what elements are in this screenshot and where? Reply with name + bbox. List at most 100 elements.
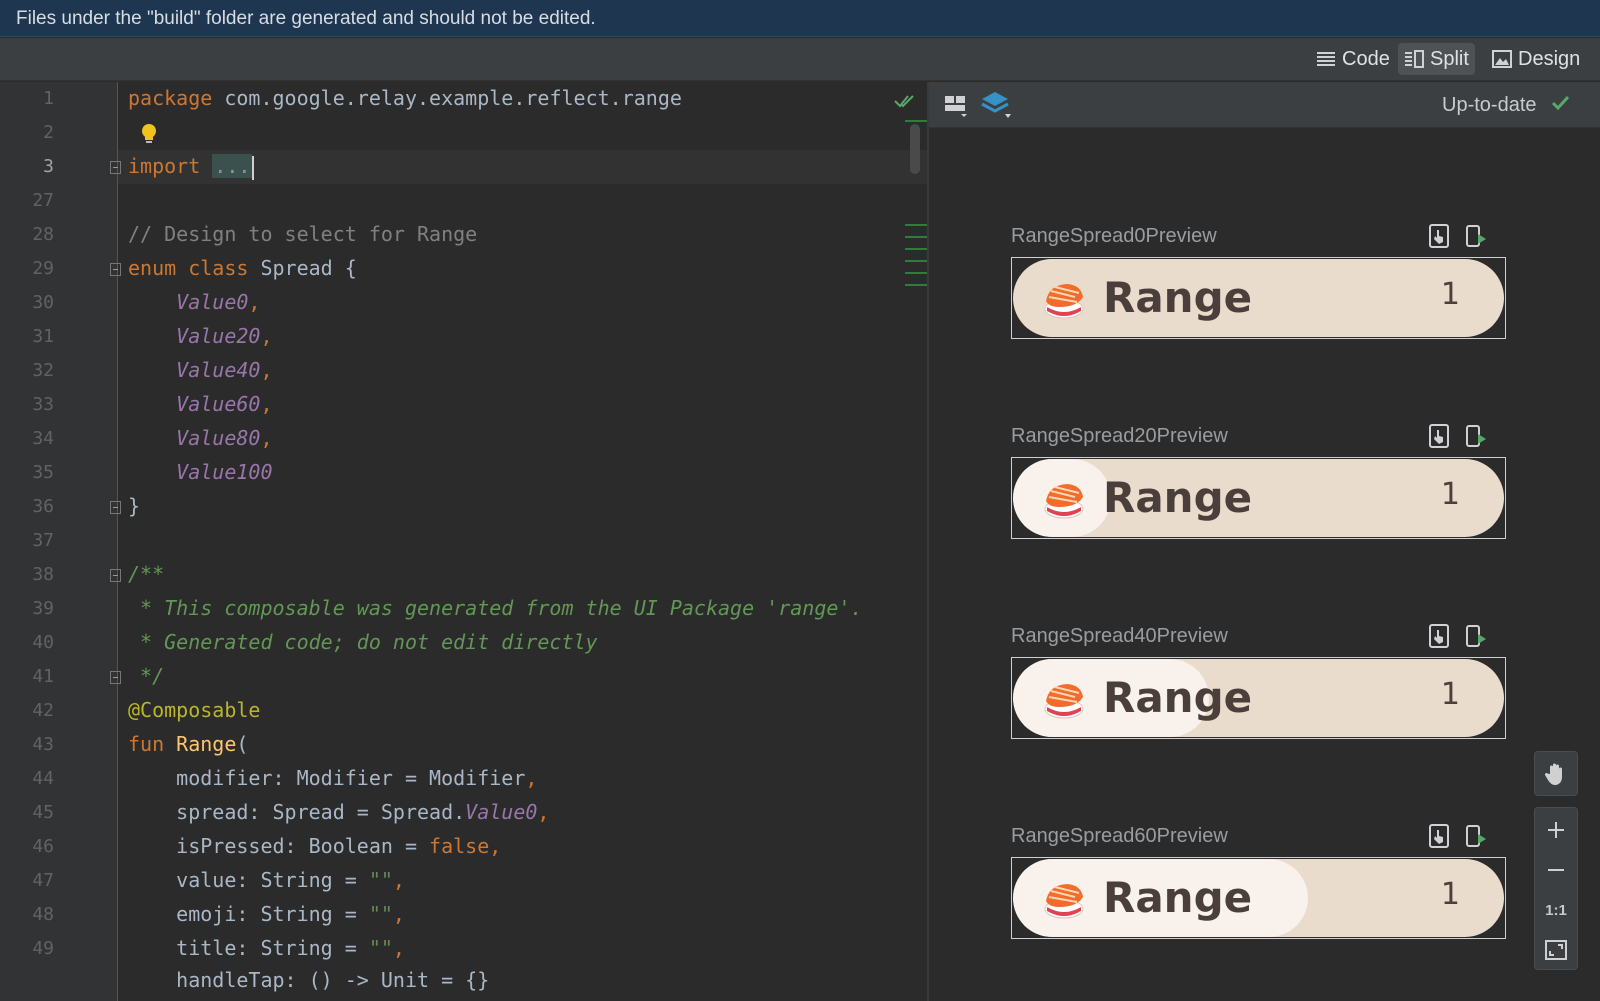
- design-preview-panel: Up-to-date RangeSpread0Preview Range 1 Rang…: [929, 82, 1600, 1001]
- line-number: 49: [32, 938, 54, 959]
- interactive-mode-icon[interactable]: [1428, 423, 1450, 449]
- fold-end-icon[interactable]: [110, 671, 121, 684]
- change-marker: [905, 248, 927, 250]
- interactive-mode-icon[interactable]: [1428, 223, 1450, 249]
- preview-label: RangeSpread0Preview: [1011, 225, 1217, 247]
- generated-files-banner: Files under the "build" folder are gener…: [0, 0, 1600, 37]
- split-icon: [1405, 50, 1424, 68]
- range-value: 1: [1440, 877, 1460, 912]
- code-text: Value60,: [176, 392, 273, 416]
- pan-tool-box: [1534, 751, 1578, 796]
- line-number: 47: [32, 870, 54, 891]
- code-line: 3 import ...: [0, 150, 927, 184]
- run-on-device-icon[interactable]: [1464, 223, 1488, 249]
- fit-screen-icon: [1545, 940, 1567, 960]
- interactive-mode-icon[interactable]: [1428, 823, 1450, 849]
- line-number: 32: [32, 360, 54, 381]
- range-pill: Range 1: [1013, 859, 1504, 937]
- change-marker: [905, 260, 927, 262]
- range-pill: Range 1: [1013, 259, 1504, 337]
- interactive-mode-icon[interactable]: [1428, 623, 1450, 649]
- fold-end-icon[interactable]: [110, 501, 121, 514]
- range-preview-card[interactable]: Range 1: [1011, 857, 1506, 939]
- text-cursor: [252, 155, 255, 180]
- code-line: 37: [0, 524, 927, 558]
- code-text: modifier: Modifier = Modifier,: [176, 766, 538, 790]
- code-text: * Generated code; do not edit directly: [128, 630, 598, 654]
- code-text: */: [128, 664, 165, 688]
- run-on-device-icon[interactable]: [1464, 423, 1488, 449]
- banner-text: Files under the "build" folder are gener…: [16, 8, 596, 29]
- zoom-out-button[interactable]: [1535, 850, 1577, 890]
- range-preview-card[interactable]: Range 1: [1011, 657, 1506, 739]
- run-on-device-icon[interactable]: [1464, 623, 1488, 649]
- range-title: Range: [1103, 273, 1253, 322]
- range-value: 1: [1440, 277, 1460, 312]
- line-number: 45: [32, 802, 54, 823]
- code-mode-button[interactable]: Code: [1310, 43, 1396, 75]
- preview-status: Up-to-date: [1442, 94, 1537, 116]
- code-line: 33 Value60,: [0, 388, 927, 422]
- code-line: 49 title: String = "",: [0, 932, 927, 966]
- line-number: 41: [32, 666, 54, 687]
- lightbulb-icon[interactable]: [139, 122, 159, 146]
- code-line: 1 package com.google.relay.example.refle…: [0, 82, 927, 116]
- range-preview-card[interactable]: Range 1: [1011, 257, 1506, 339]
- code-line: 32 Value40,: [0, 354, 927, 388]
- line-number: 1: [43, 88, 54, 109]
- inspection-ok-icon[interactable]: [893, 92, 917, 110]
- code-line: 30 Value0,: [0, 286, 927, 320]
- range-preview-card[interactable]: Range 1: [1011, 457, 1506, 539]
- line-number: 46: [32, 836, 54, 857]
- code-line: 38 /**: [0, 558, 927, 592]
- layers-icon[interactable]: [981, 90, 1013, 120]
- fold-collapse-icon[interactable]: [110, 569, 121, 582]
- editor-mode-toolbar: Code Split Design: [0, 38, 1600, 81]
- plus-icon: [1548, 822, 1564, 838]
- code-text: emoji: String = "",: [176, 902, 405, 926]
- preview-actions: [1428, 623, 1498, 651]
- range-pill: Range 1: [1013, 659, 1504, 737]
- line-number: 3: [43, 156, 54, 177]
- range-pill: Range 1: [1013, 459, 1504, 537]
- code-line: 29 enum class Spread {: [0, 252, 927, 286]
- folded-imports[interactable]: ...: [212, 154, 253, 178]
- zoom-actual-size-button[interactable]: 1:1: [1535, 890, 1577, 930]
- code-text: }: [128, 494, 141, 518]
- code-text: Value100: [176, 460, 273, 484]
- zoom-to-fit-button[interactable]: [1535, 930, 1577, 970]
- scrollbar-thumb[interactable]: [910, 124, 920, 174]
- code-line: 35 Value100: [0, 456, 927, 490]
- code-line: 31 Value20,: [0, 320, 927, 354]
- preview-label: RangeSpread40Preview: [1011, 625, 1228, 647]
- zoom-controls: 1:1: [1534, 807, 1578, 970]
- run-on-device-icon[interactable]: [1464, 823, 1488, 849]
- sushi-emoji-icon: [1044, 284, 1084, 319]
- code-line: 46 isPressed: Boolean = false,: [0, 830, 927, 864]
- preview-layout-icon[interactable]: [943, 94, 969, 118]
- line-number: 36: [32, 496, 54, 517]
- line-number: 30: [32, 292, 54, 313]
- fold-expand-icon[interactable]: [110, 161, 121, 174]
- pan-button[interactable]: [1535, 754, 1577, 794]
- code-line: 41 */: [0, 660, 927, 694]
- design-mode-button[interactable]: Design: [1486, 43, 1586, 75]
- line-number: 40: [32, 632, 54, 653]
- code-line: 36 }: [0, 490, 927, 524]
- code-editor[interactable]: 1 package com.google.relay.example.refle…: [0, 82, 927, 1001]
- code-line: 2: [0, 116, 927, 150]
- code-text: value: String = "",: [176, 868, 405, 892]
- fold-collapse-icon[interactable]: [110, 263, 121, 276]
- code-text: Value0,: [176, 290, 261, 314]
- line-number: 42: [32, 700, 54, 721]
- lines-icon: [1317, 52, 1335, 66]
- range-title: Range: [1103, 873, 1253, 922]
- code-line: 43 fun Range(: [0, 728, 927, 762]
- design-mode-label: Design: [1518, 47, 1581, 70]
- change-marker: [905, 272, 927, 274]
- check-icon: [1551, 95, 1570, 111]
- range-value: 1: [1440, 677, 1460, 712]
- split-mode-button[interactable]: Split: [1398, 43, 1475, 75]
- zoom-in-button[interactable]: [1535, 810, 1577, 850]
- hand-icon: [1545, 763, 1562, 785]
